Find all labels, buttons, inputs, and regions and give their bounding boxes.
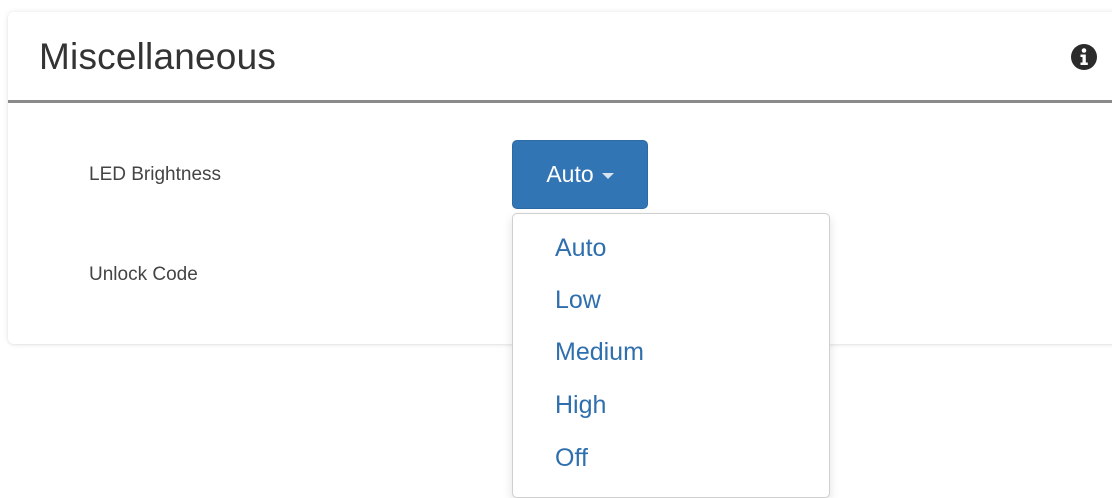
dropdown-option-high[interactable]: High <box>555 391 606 420</box>
led-brightness-dropdown-menu: Auto Low Medium High Off <box>512 213 830 498</box>
dropdown-option-auto[interactable]: Auto <box>555 234 606 263</box>
dropdown-option-medium[interactable]: Medium <box>555 338 644 367</box>
panel-header: Miscellaneous <box>8 12 1112 103</box>
caret-down-icon <box>601 172 614 179</box>
dropdown-option-off[interactable]: Off <box>555 444 588 473</box>
led-brightness-label: LED Brightness <box>89 164 222 185</box>
dropdown-selected-value: Auto <box>546 161 594 187</box>
info-circle-icon[interactable] <box>1069 42 1099 72</box>
unlock-code-label: Unlock Code <box>89 264 198 285</box>
led-brightness-dropdown-button[interactable]: Auto <box>512 140 648 209</box>
panel-title: Miscellaneous <box>39 36 277 77</box>
dropdown-option-low[interactable]: Low <box>555 286 601 315</box>
